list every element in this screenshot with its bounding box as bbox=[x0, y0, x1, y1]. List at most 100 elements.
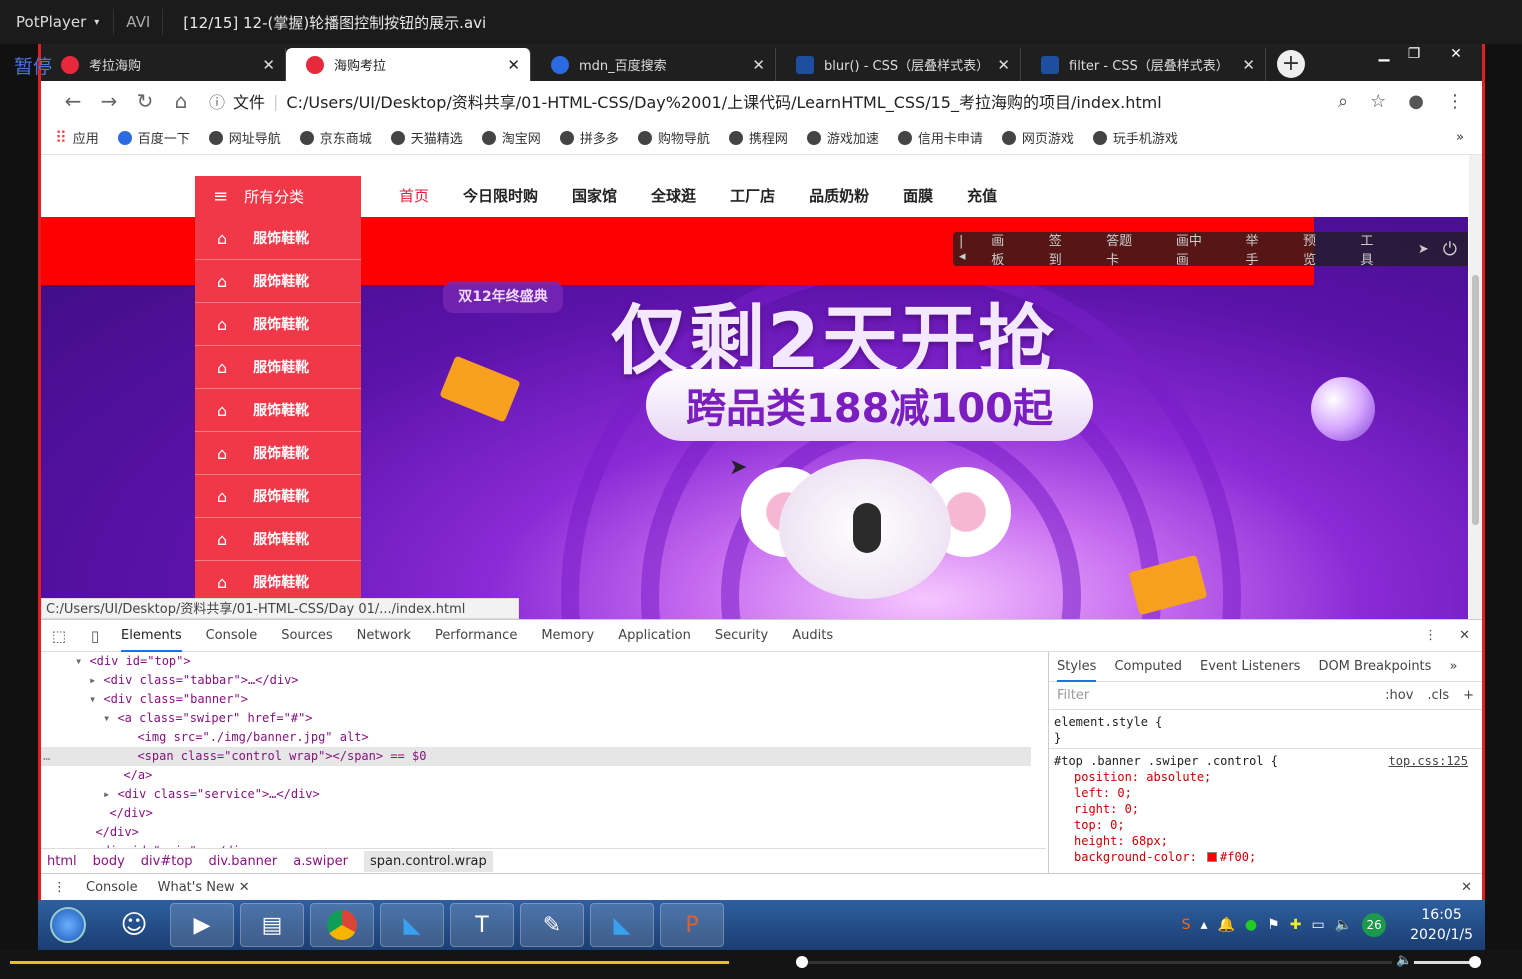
nav-item[interactable]: 面膜 bbox=[903, 185, 933, 206]
minimize-button[interactable]: ▁ bbox=[1369, 46, 1399, 62]
vscode-icon[interactable]: ◣ bbox=[380, 903, 444, 947]
tab-kaola-2[interactable]: 海购考拉 ✕ bbox=[286, 48, 531, 81]
category-item[interactable]: ⌂ 服饰鞋靴 bbox=[195, 260, 361, 303]
inspect-icon[interactable]: ⬚ bbox=[41, 627, 77, 645]
bookmark-item[interactable]: ⠿ 应用 bbox=[55, 128, 99, 147]
bookmark-item[interactable]: 天猫精选 bbox=[390, 128, 463, 147]
toolbar-item[interactable]: 画板 bbox=[991, 230, 1015, 268]
category-item[interactable]: ⌂ 服饰鞋靴 bbox=[195, 389, 361, 432]
power-icon[interactable]: ⏻ bbox=[1443, 239, 1457, 260]
nav-item[interactable]: 今日限时购 bbox=[463, 185, 538, 206]
disclosure-icon[interactable] bbox=[123, 749, 137, 763]
device-toggle-icon[interactable]: ▯ bbox=[77, 627, 113, 645]
category-item[interactable]: ⌂ 服饰鞋靴 bbox=[195, 432, 361, 475]
devtools-tab[interactable]: Performance bbox=[435, 628, 517, 643]
star-icon[interactable]: ☆ bbox=[1370, 91, 1386, 112]
styles-tab[interactable]: DOM Breakpoints bbox=[1318, 659, 1431, 674]
bookmark-item[interactable]: 拼多多 bbox=[559, 128, 619, 147]
toolbar-item[interactable]: 签到 bbox=[1049, 230, 1073, 268]
devtools-tab[interactable]: Memory bbox=[541, 628, 594, 643]
drawer-tab-whats-new[interactable]: What's New ✕ bbox=[158, 880, 250, 895]
zoom-icon[interactable]: ⌕ bbox=[1338, 91, 1348, 112]
css-property[interactable]: left: 0; bbox=[1054, 785, 1482, 801]
close-icon[interactable]: ✕ bbox=[262, 56, 275, 74]
scrollbar-thumb[interactable] bbox=[1472, 275, 1479, 525]
filter-input[interactable]: Filter bbox=[1057, 688, 1089, 703]
styles-tab[interactable]: Computed bbox=[1114, 659, 1182, 674]
rule-source-link[interactable]: top.css:125 bbox=[1389, 753, 1468, 769]
disclosure-icon[interactable]: ▸ bbox=[89, 673, 103, 687]
bookmark-item[interactable]: 网址导航 bbox=[208, 128, 281, 147]
devtools-tab[interactable]: Elements bbox=[121, 628, 182, 652]
powerpoint-icon[interactable]: P bbox=[660, 903, 724, 947]
start-button[interactable] bbox=[38, 903, 98, 947]
css-property[interactable]: top: 0; bbox=[1054, 817, 1482, 833]
chrome-icon[interactable] bbox=[310, 903, 374, 947]
menu-icon[interactable]: ⋮ bbox=[1446, 91, 1464, 112]
dom-node[interactable]: <img src="./img/banner.jpg" alt> bbox=[41, 728, 1031, 747]
category-item[interactable]: ⌂ 服饰鞋靴 bbox=[195, 475, 361, 518]
tab-mdn-blur[interactable]: blur() - CSS（层叠样式表） ✕ bbox=[776, 48, 1021, 81]
volume-icon[interactable]: 🔈 bbox=[1335, 917, 1352, 933]
css-property[interactable]: position: absolute; bbox=[1054, 769, 1482, 785]
breadcrumb-item[interactable]: div#top bbox=[141, 854, 193, 869]
maximize-button[interactable]: ❐ bbox=[1399, 46, 1429, 62]
disclosure-icon[interactable]: ▾ bbox=[75, 654, 89, 668]
url-field[interactable]: ⓘ 文件 | C:/Users/UI/Desktop/资料共享/01-HTML-… bbox=[209, 89, 1482, 113]
breadcrumb-item[interactable]: span.control.wrap bbox=[364, 850, 493, 872]
breadcrumb-item[interactable]: div.banner bbox=[209, 854, 278, 869]
close-icon[interactable]: ✕ bbox=[239, 880, 250, 895]
tab-mdn-filter[interactable]: filter - CSS（层叠样式表） ✕ bbox=[1021, 48, 1266, 81]
flag-icon[interactable]: ⚑ bbox=[1267, 917, 1280, 933]
bookmark-item[interactable]: 玩手机游戏 bbox=[1092, 128, 1178, 147]
file-explorer-icon[interactable]: ▤ bbox=[240, 903, 304, 947]
close-icon[interactable]: ✕ bbox=[1242, 56, 1255, 74]
dom-node[interactable]: ▾ <a class="swiper" href="#"> bbox=[41, 709, 1031, 728]
color-swatch[interactable] bbox=[1207, 852, 1218, 862]
close-icon[interactable]: ✕ bbox=[752, 56, 765, 74]
clock[interactable]: 16:05 2020/1/5 bbox=[1410, 905, 1473, 945]
hov-toggle[interactable]: :hov bbox=[1385, 688, 1413, 703]
devtools-tab[interactable]: Security bbox=[715, 628, 768, 643]
disclosure-icon[interactable] bbox=[109, 768, 123, 782]
all-categories-button[interactable]: ≡ 所有分类 bbox=[195, 176, 361, 217]
disclosure-icon[interactable] bbox=[81, 825, 95, 839]
breadcrumb-item[interactable]: body bbox=[93, 854, 125, 869]
bookmarks-more-icon[interactable]: » bbox=[1456, 130, 1464, 145]
styles-tab[interactable]: Styles bbox=[1057, 659, 1097, 682]
css-property[interactable]: right: 0; bbox=[1054, 801, 1482, 817]
toolbar-item[interactable]: 工具 bbox=[1360, 230, 1384, 268]
devtools-menu-icon[interactable]: ⋮ bbox=[1424, 628, 1437, 643]
player-menu[interactable]: PotPlayer ▾ bbox=[0, 9, 115, 35]
toolbar-item[interactable]: 答题卡 bbox=[1106, 230, 1143, 268]
back-icon[interactable]: ← bbox=[55, 89, 91, 113]
dom-node[interactable]: ▾ <div id="top"> bbox=[41, 652, 1031, 671]
avatar-app-icon[interactable]: ☺ bbox=[104, 903, 164, 947]
bookmark-item[interactable]: 游戏加速 bbox=[806, 128, 879, 147]
tab-baidu[interactable]: mdn_百度搜索 ✕ bbox=[531, 48, 776, 81]
dom-node[interactable]: </div> bbox=[41, 804, 1031, 823]
category-item[interactable]: ⌂ 服饰鞋靴 bbox=[195, 217, 361, 260]
nav-item[interactable]: 工厂店 bbox=[730, 185, 775, 206]
dom-node[interactable]: … <span class="control wrap"></span> == … bbox=[41, 747, 1031, 766]
toolbar-item[interactable]: 举手 bbox=[1246, 230, 1270, 268]
volume-handle[interactable] bbox=[1469, 956, 1481, 968]
home-icon[interactable]: ⌂ bbox=[163, 89, 199, 113]
dom-node[interactable]: </div> bbox=[41, 823, 1031, 842]
bookmark-item[interactable]: 信用卡申请 bbox=[897, 128, 983, 147]
banner[interactable]: 双12年终盛典 仅剩2天开抢 跨品类188减100起 ➤ ⌂ 服饰鞋靴 ⌂ 服饰鞋靴 ⌂… bbox=[41, 217, 1468, 619]
disclosure-icon[interactable]: ▸ bbox=[103, 787, 117, 801]
collapse-icon[interactable]: |◂ bbox=[959, 234, 969, 264]
volume-icon[interactable]: 🔈 bbox=[1396, 953, 1412, 968]
category-item[interactable]: ⌂ 服饰鞋靴 bbox=[195, 346, 361, 389]
devtools-tab[interactable]: Sources bbox=[281, 628, 332, 643]
devtools-tab[interactable]: Console bbox=[206, 628, 258, 643]
close-icon[interactable]: ✕ bbox=[507, 56, 520, 74]
devtools-tab[interactable]: Network bbox=[357, 628, 411, 643]
network-dot-icon[interactable]: ● bbox=[1245, 917, 1257, 933]
forward-icon[interactable]: → bbox=[91, 89, 127, 113]
close-drawer-icon[interactable]: ✕ bbox=[1461, 880, 1472, 895]
bookmark-item[interactable]: 京东商城 bbox=[299, 128, 372, 147]
styles-tab[interactable]: Event Listeners bbox=[1200, 659, 1300, 674]
nav-item[interactable]: 品质奶粉 bbox=[809, 185, 869, 206]
